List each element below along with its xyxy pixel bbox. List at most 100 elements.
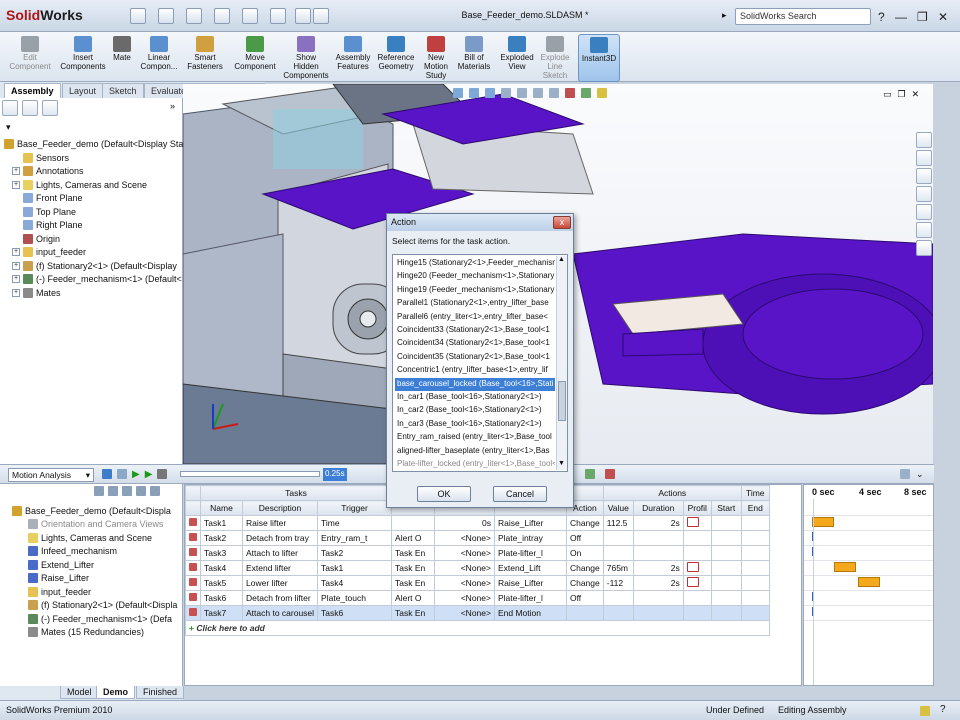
cell-action[interactable]	[565, 605, 604, 621]
expand-icon[interactable]: +	[12, 261, 20, 270]
tree-item[interactable]: Front Plane	[12, 192, 83, 205]
cell-desc[interactable]: Attach to carousel	[241, 605, 319, 621]
options-icon[interactable]	[313, 8, 329, 24]
mate-list-item[interactable]: Entry_ram_raised (entry_liter<1>,Base_to…	[395, 431, 555, 444]
tree-item[interactable]: + (-) Feeder_mechanism<1> (Default<	[12, 273, 182, 286]
command-move-component[interactable]: Move Component	[230, 34, 280, 82]
edit-appearance-icon[interactable]	[565, 88, 575, 98]
cell-name[interactable]: Task2	[200, 530, 243, 546]
cell-time[interactable]	[740, 605, 770, 621]
scroll-down-icon[interactable]: ▼	[558, 460, 565, 467]
cell-name[interactable]: Task7	[200, 605, 243, 621]
cell-delay[interactable]: <None>	[433, 590, 495, 606]
scroll-thumb[interactable]	[558, 381, 566, 421]
view-orientation-icon[interactable]	[517, 88, 527, 98]
open-icon[interactable]	[158, 8, 174, 24]
display-style-icon[interactable]	[533, 88, 543, 98]
tree-item[interactable]: + Lights, Cameras and Scene	[12, 178, 147, 191]
timeline-task-bar[interactable]	[834, 562, 856, 572]
cell-delay[interactable]: <None>	[433, 545, 495, 561]
command-instant3d[interactable]: Instant3D	[578, 34, 620, 82]
time-field[interactable]: 0.25s	[323, 468, 347, 481]
cancel-button[interactable]: Cancel	[493, 486, 547, 502]
cell-dur[interactable]	[632, 605, 684, 621]
cell-cond[interactable]: Alert O	[391, 590, 435, 606]
cell-feature[interactable]: Plate-lifter_l	[493, 545, 567, 561]
cell-time[interactable]	[740, 575, 770, 591]
study-tab-finished[interactable]: Finished	[136, 686, 185, 699]
cell-profile[interactable]	[682, 530, 712, 546]
motion-tree-item[interactable]: (-) Feeder_mechanism<1> (Defa	[28, 612, 172, 625]
cell-time[interactable]	[710, 545, 742, 561]
motion-tree-item[interactable]: (f) Stationary2<1> (Default<Displa	[28, 599, 177, 612]
mate-list-item[interactable]: Parallel6 (entry_liter<1>,entry_lifter_b…	[395, 311, 555, 324]
command-show-hidden-components[interactable]: Show Hidden Components	[282, 34, 330, 82]
cell-desc[interactable]: Lower lifter	[241, 575, 319, 591]
cell-dur[interactable]	[632, 530, 684, 546]
mate-list-item[interactable]: aligned-lifter_baseplate (entry_liter<1>…	[395, 445, 555, 458]
cell-time[interactable]	[740, 530, 770, 546]
tile-view-icon[interactable]	[900, 469, 910, 479]
section-view-icon[interactable]	[501, 88, 511, 98]
expand-icon[interactable]: +	[12, 288, 20, 297]
study-type-select[interactable]: Motion Analysis ▾	[8, 468, 94, 482]
mate-list-item[interactable]: Coincident33 (Stationary2<1>,Base_tool<1	[395, 324, 555, 337]
mate-selection-list[interactable]: Hinge15 (Stationary2<1>,Feeder_mechanism…	[392, 254, 568, 472]
motion-tree-item[interactable]: Raise_Lifter	[28, 572, 89, 585]
command-mate[interactable]: Mate	[108, 34, 136, 82]
filter-icon[interactable]: ▾	[6, 122, 11, 133]
tree-item[interactable]: + input_feeder	[12, 246, 86, 259]
cell-name[interactable]: Task3	[200, 545, 243, 561]
tab-layout[interactable]: Layout	[62, 83, 104, 98]
cell-action[interactable]: Off	[565, 590, 604, 606]
cell-trigger[interactable]: Entry_ram_t	[317, 530, 393, 546]
timeline-panel[interactable]: 0 sec 4 sec 8 sec	[803, 484, 934, 686]
tree-root[interactable]: Base_Feeder_demo (Default<Display Sta	[4, 137, 183, 150]
motion-study-properties-icon[interactable]	[605, 469, 615, 479]
cell-name[interactable]: Task5	[200, 575, 243, 591]
mate-list-item[interactable]: Hinge15 (Stationary2<1>,Feeder_mechanism	[395, 257, 555, 270]
cell-desc[interactable]: Attach to lifter	[241, 545, 319, 561]
mate-list-item[interactable]: Plate-lifter_locked (entry_liter<1>,Base…	[395, 458, 555, 471]
cell-time[interactable]	[710, 515, 742, 531]
hide-show-items-icon[interactable]	[549, 88, 559, 98]
cell-delay[interactable]: 0s	[433, 515, 495, 531]
cell-dur[interactable]: 2s	[632, 575, 684, 591]
custom-properties-icon[interactable]	[916, 240, 932, 256]
tree-item[interactable]: + Mates	[12, 286, 61, 299]
expand-icon[interactable]: +	[12, 275, 20, 283]
restore-button[interactable]: ❐	[917, 10, 928, 24]
rewind-icon[interactable]	[117, 469, 127, 479]
command-linear-compon[interactable]: Linear Compon...	[138, 34, 180, 82]
tree-item[interactable]: Sensors	[12, 151, 69, 164]
add-task-row[interactable]: + Click here to add	[185, 620, 770, 636]
results-and-plots-icon[interactable]	[585, 469, 595, 479]
motion-tree-item[interactable]: Base_Feeder_demo (Default<Displa	[12, 504, 171, 517]
time-slider[interactable]	[180, 471, 320, 477]
tab-assembly[interactable]: Assembly	[4, 83, 61, 98]
cell-trigger[interactable]: Plate_touch	[317, 590, 393, 606]
cell-value[interactable]	[602, 590, 634, 606]
cell-feature[interactable]: Plate_intray	[493, 530, 567, 546]
save-icon[interactable]	[186, 8, 202, 24]
view-palette-icon[interactable]	[916, 204, 932, 220]
zoom-to-fit-icon[interactable]	[453, 88, 463, 98]
file-explorer-icon[interactable]	[916, 168, 932, 184]
feature-tree-tab-icon[interactable]	[2, 100, 18, 116]
table-row[interactable]: Task7 Attach to carousel Task6 Task En <None…	[185, 605, 770, 621]
cell-dur[interactable]: 2s	[632, 560, 684, 576]
design-library-icon[interactable]	[916, 150, 932, 166]
view-settings-icon[interactable]	[597, 88, 607, 98]
cell-feature[interactable]: Plate-lifter_l	[493, 590, 567, 606]
tree-item[interactable]: Origin	[12, 232, 60, 245]
cell-trigger[interactable]: Time	[317, 515, 393, 531]
cell-action[interactable]: Change	[565, 515, 604, 531]
motion-tree-item[interactable]: Lights, Cameras and Scene	[28, 531, 152, 544]
mate-list-item[interactable]: base_carousel_locked (Base_tool<16>,Stat…	[395, 377, 555, 391]
mate-list-item[interactable]: Coincident35 (Stationary2<1>,Base_tool<1	[395, 351, 555, 364]
mate-list-item[interactable]: In_car2 (Base_tool<16>,Stationary2<1>)	[395, 404, 555, 417]
rebuild-icon[interactable]	[295, 8, 311, 24]
apply-scene-icon[interactable]	[581, 88, 591, 98]
motion-tree-item[interactable]: Infeed_mechanism	[28, 545, 117, 558]
filter-driving-icon[interactable]	[108, 486, 118, 496]
